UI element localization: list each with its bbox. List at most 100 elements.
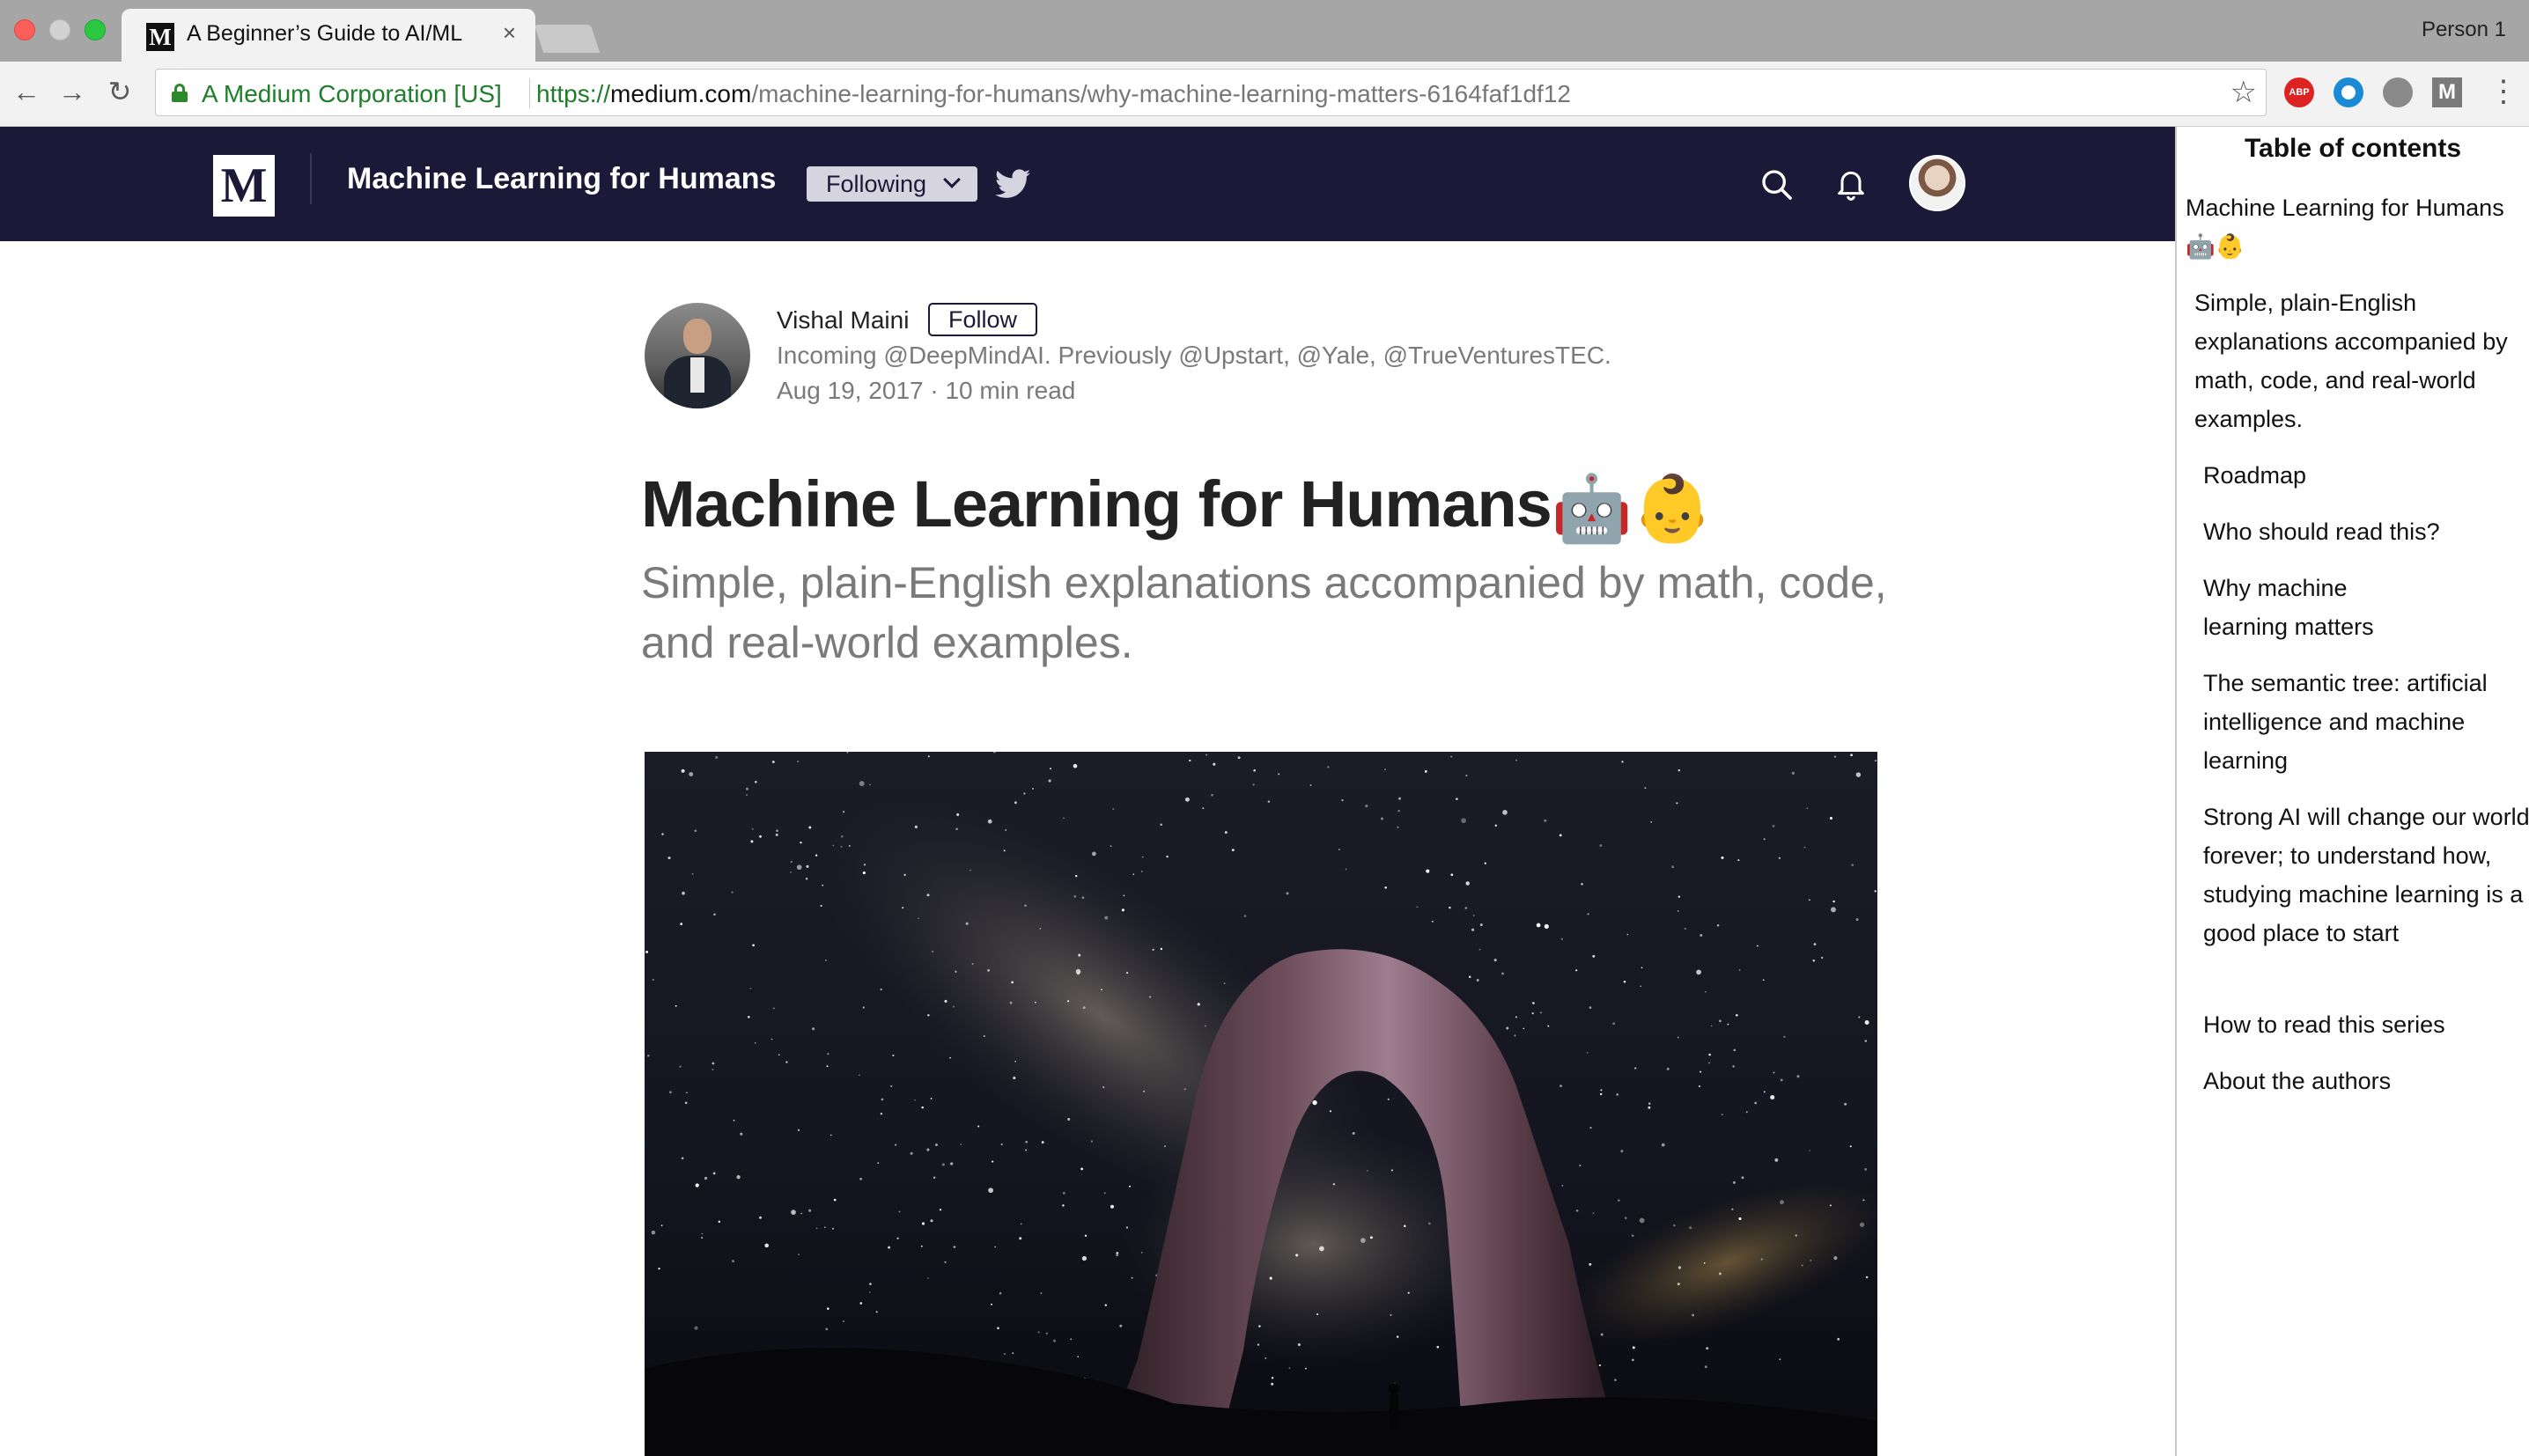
star xyxy=(944,999,947,1003)
star xyxy=(941,1163,945,1166)
blue-ring-extension-icon[interactable] xyxy=(2334,77,2363,107)
star xyxy=(1110,845,1112,848)
minimize-window-button[interactable] xyxy=(49,19,70,40)
ev-certificate-label[interactable]: A Medium Corporation [US] xyxy=(202,80,502,108)
star xyxy=(1352,1132,1355,1135)
star xyxy=(960,1143,962,1145)
toc-item[interactable]: Roadmap xyxy=(2203,456,2525,495)
star xyxy=(1689,1226,1692,1230)
star xyxy=(824,959,827,961)
toc-item[interactable]: Machine Learning for Humans 🤖👶 xyxy=(2186,188,2525,266)
browser-menu-icon[interactable]: ⋮ xyxy=(2488,74,2518,109)
star xyxy=(1692,1313,1695,1317)
address-bar[interactable]: A Medium Corporation [US] https://medium… xyxy=(155,69,2267,116)
star xyxy=(827,1307,829,1310)
toc-item[interactable]: About the authors xyxy=(2203,1062,2525,1100)
article-title-text: Machine Learning for Humans xyxy=(641,467,1552,540)
new-tab-button[interactable] xyxy=(534,25,601,53)
star xyxy=(748,1016,750,1018)
twitter-icon[interactable] xyxy=(995,169,1030,199)
star xyxy=(668,1091,672,1094)
star xyxy=(1367,1170,1368,1172)
star xyxy=(1677,895,1681,898)
browser-tab-active[interactable]: M A Beginner’s Guide to AI/ML × xyxy=(122,9,535,62)
toc-item[interactable]: Who should read this? xyxy=(2203,512,2525,551)
author-name[interactable]: Vishal Maini xyxy=(777,306,909,335)
star xyxy=(1833,1256,1838,1261)
star xyxy=(1666,1067,1670,1070)
star xyxy=(1829,1204,1832,1207)
star xyxy=(1710,1025,1713,1027)
tab-close-icon[interactable]: × xyxy=(503,19,516,47)
star xyxy=(1037,1331,1040,1334)
star xyxy=(1384,886,1388,889)
star xyxy=(682,891,685,895)
star xyxy=(1575,969,1578,972)
star xyxy=(1067,1118,1071,1121)
close-window-button[interactable] xyxy=(14,19,35,40)
follow-button[interactable]: Follow xyxy=(928,303,1037,336)
star xyxy=(859,1177,863,1180)
star xyxy=(832,844,835,847)
star xyxy=(1806,807,1809,810)
star xyxy=(1390,1169,1393,1172)
gray-extension-icon[interactable] xyxy=(2383,77,2413,107)
toc-item[interactable]: Strong AI will change our world forever;… xyxy=(2203,798,2529,952)
star xyxy=(1184,797,1190,802)
read-time: 10 min read xyxy=(945,377,1076,404)
star xyxy=(645,950,649,953)
notifications-bell-icon[interactable] xyxy=(1833,165,1869,201)
toc-item[interactable]: The semantic tree: artificial intelligen… xyxy=(2203,664,2525,780)
star xyxy=(1600,1333,1604,1336)
star xyxy=(949,1056,951,1059)
star xyxy=(694,1326,698,1330)
star xyxy=(1141,871,1143,872)
star xyxy=(1297,1342,1301,1347)
maximize-window-button[interactable] xyxy=(85,19,106,40)
author-avatar[interactable] xyxy=(645,303,750,408)
forward-arrow-icon[interactable]: → xyxy=(55,74,90,109)
star xyxy=(1081,1255,1088,1261)
star xyxy=(1829,816,1833,820)
star xyxy=(926,1277,929,1279)
star xyxy=(1319,1246,1324,1252)
star xyxy=(1468,975,1471,979)
profile-name[interactable]: Person 1 xyxy=(2422,18,2506,42)
star xyxy=(1727,1023,1729,1026)
star xyxy=(1547,1025,1550,1027)
star xyxy=(1684,927,1686,930)
star xyxy=(749,987,752,989)
star xyxy=(895,1143,897,1146)
star xyxy=(1732,1180,1736,1184)
toc-item[interactable]: Simple, plain-English explanations accom… xyxy=(2194,283,2525,438)
star xyxy=(1589,1127,1592,1129)
star xyxy=(1523,1027,1525,1030)
reload-icon[interactable]: ↻ xyxy=(102,74,137,109)
star xyxy=(1851,864,1854,866)
star xyxy=(1833,755,1837,758)
toc-item[interactable]: How to read this series xyxy=(2203,1005,2525,1044)
star xyxy=(1774,1158,1779,1162)
user-avatar[interactable] xyxy=(1909,155,1965,211)
publication-name[interactable]: Machine Learning for Humans xyxy=(347,162,776,196)
star xyxy=(1450,873,1454,877)
following-button[interactable]: Following xyxy=(807,166,977,202)
bookmark-star-icon[interactable]: ☆ xyxy=(2230,75,2257,110)
back-arrow-icon[interactable]: ← xyxy=(9,74,44,109)
search-icon[interactable] xyxy=(1759,167,1795,202)
star xyxy=(1407,1291,1410,1294)
star xyxy=(1754,1101,1758,1105)
medium-extension-icon[interactable]: M xyxy=(2432,77,2462,107)
night-sky-arch-image xyxy=(645,752,1877,1456)
star xyxy=(956,813,960,816)
star xyxy=(832,1227,835,1230)
star xyxy=(647,1055,650,1057)
star xyxy=(1258,1325,1261,1327)
medium-logo-icon[interactable]: M xyxy=(213,155,275,217)
star xyxy=(1544,819,1547,822)
toc-item[interactable]: Why machine learning matters xyxy=(2203,569,2397,646)
following-label: Following xyxy=(826,171,927,197)
star xyxy=(1539,1011,1543,1014)
adblock-plus-icon[interactable]: ABP xyxy=(2284,77,2314,107)
url-text[interactable]: https://medium.com/machine-learning-for-… xyxy=(536,80,1571,108)
